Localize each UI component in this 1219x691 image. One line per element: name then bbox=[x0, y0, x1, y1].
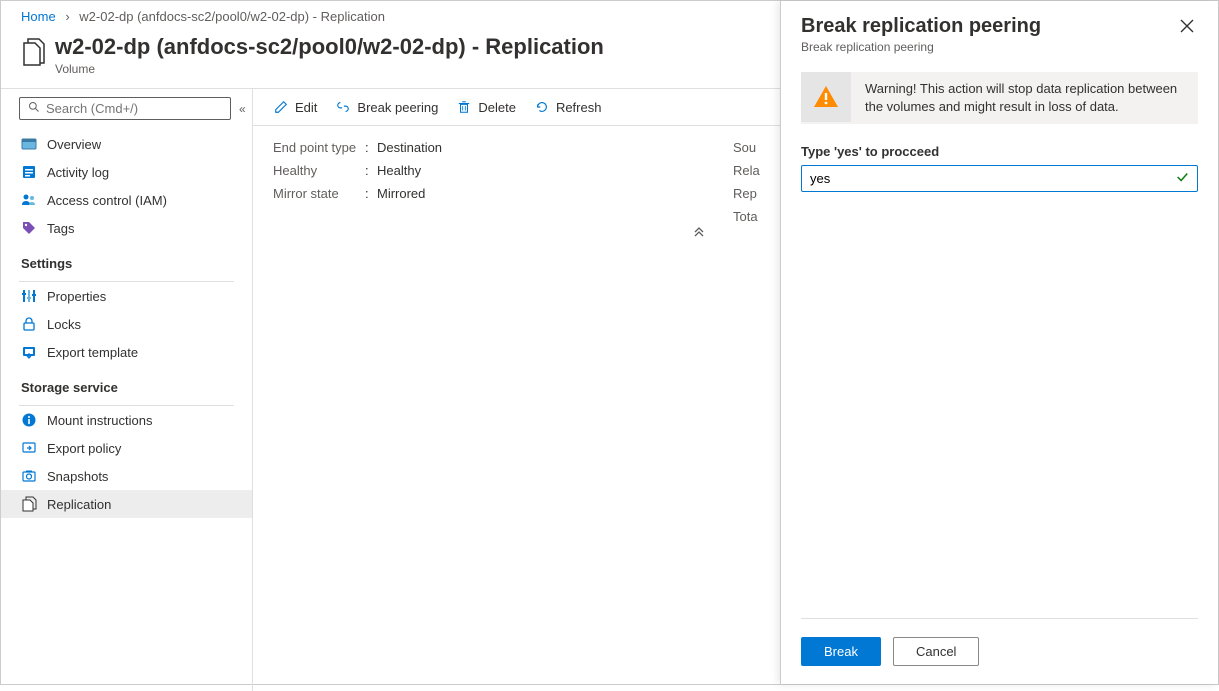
panel-title: Break replication peering bbox=[801, 15, 1041, 38]
collapse-sidebar-icon[interactable]: « bbox=[239, 102, 246, 116]
replication-icon bbox=[21, 496, 37, 512]
sidebar-item-label: Activity log bbox=[47, 165, 109, 180]
sidebar: « Overview Activity log Access control (… bbox=[1, 89, 253, 691]
search-input[interactable] bbox=[46, 101, 222, 116]
confirm-input-wrapper[interactable] bbox=[801, 165, 1198, 192]
page-title: w2-02-dp (anfdocs-sc2/pool0/w2-02-dp) - … bbox=[55, 34, 604, 60]
break-peering-button[interactable]: Break peering bbox=[335, 99, 438, 115]
export-policy-icon bbox=[21, 440, 37, 456]
sidebar-item-overview[interactable]: Overview bbox=[1, 130, 252, 158]
warning-box: Warning! This action will stop data repl… bbox=[801, 72, 1198, 124]
confirm-input[interactable] bbox=[810, 171, 1175, 186]
sidebar-item-locks[interactable]: Locks bbox=[1, 310, 252, 338]
break-icon bbox=[335, 99, 351, 115]
prop-mirror-value: Mirrored bbox=[377, 186, 425, 201]
properties-icon bbox=[21, 288, 37, 304]
breadcrumb-home[interactable]: Home bbox=[21, 9, 56, 24]
info-icon bbox=[21, 412, 37, 428]
sidebar-item-label: Snapshots bbox=[47, 469, 108, 484]
prop-healthy-label: Healthy bbox=[273, 163, 365, 178]
sidebar-item-export-policy[interactable]: Export policy bbox=[1, 434, 252, 462]
sidebar-item-label: Replication bbox=[47, 497, 111, 512]
sidebar-item-snapshots[interactable]: Snapshots bbox=[1, 462, 252, 490]
sidebar-item-label: Export policy bbox=[47, 441, 121, 456]
tool-label: Break peering bbox=[357, 100, 438, 115]
access-control-icon bbox=[21, 192, 37, 208]
warning-icon bbox=[812, 83, 840, 111]
search-icon bbox=[28, 101, 40, 116]
breadcrumb-separator: › bbox=[65, 9, 69, 24]
divider bbox=[801, 618, 1198, 619]
close-icon[interactable] bbox=[1176, 15, 1198, 40]
sidebar-section-storage: Storage service bbox=[1, 366, 252, 401]
sidebar-item-label: Overview bbox=[47, 137, 101, 152]
tool-label: Edit bbox=[295, 100, 317, 115]
activity-log-icon bbox=[21, 164, 37, 180]
sidebar-item-label: Properties bbox=[47, 289, 106, 304]
document-icon bbox=[21, 38, 45, 66]
cancel-button[interactable]: Cancel bbox=[893, 637, 979, 666]
breadcrumb-current: w2-02-dp (anfdocs-sc2/pool0/w2-02-dp) - … bbox=[79, 9, 385, 24]
tool-label: Refresh bbox=[556, 100, 602, 115]
sidebar-item-tags[interactable]: Tags bbox=[1, 214, 252, 242]
sidebar-section-settings: Settings bbox=[1, 242, 252, 277]
sidebar-item-mount-instructions[interactable]: Mount instructions bbox=[1, 406, 252, 434]
confirm-label: Type 'yes' to procceed bbox=[801, 144, 1198, 159]
prop-healthy-value: Healthy bbox=[377, 163, 421, 178]
tool-label: Delete bbox=[478, 100, 516, 115]
sidebar-item-label: Tags bbox=[47, 221, 74, 236]
delete-icon bbox=[456, 99, 472, 115]
sidebar-item-label: Mount instructions bbox=[47, 413, 153, 428]
sidebar-item-replication[interactable]: Replication bbox=[1, 490, 252, 518]
lock-icon bbox=[21, 316, 37, 332]
tags-icon bbox=[21, 220, 37, 236]
warning-text: Warning! This action will stop data repl… bbox=[851, 72, 1198, 124]
prop-mirror-label: Mirror state bbox=[273, 186, 365, 201]
sidebar-item-activity-log[interactable]: Activity log bbox=[1, 158, 252, 186]
sidebar-item-export-template[interactable]: Export template bbox=[1, 338, 252, 366]
refresh-icon bbox=[534, 99, 550, 115]
edit-icon bbox=[273, 99, 289, 115]
edit-button[interactable]: Edit bbox=[273, 99, 317, 115]
break-button[interactable]: Break bbox=[801, 637, 881, 666]
page-subtitle: Volume bbox=[55, 62, 604, 76]
check-icon bbox=[1175, 170, 1189, 187]
overview-icon bbox=[21, 136, 37, 152]
sidebar-item-label: Locks bbox=[47, 317, 81, 332]
search-box[interactable] bbox=[19, 97, 231, 120]
sidebar-item-label: Access control (IAM) bbox=[47, 193, 167, 208]
sidebar-item-properties[interactable]: Properties bbox=[1, 282, 252, 310]
prop-endpoint-label: End point type bbox=[273, 140, 365, 155]
panel-subtitle: Break replication peering bbox=[801, 40, 1041, 54]
sidebar-item-access-control[interactable]: Access control (IAM) bbox=[1, 186, 252, 214]
prop-endpoint-value: Destination bbox=[377, 140, 442, 155]
export-template-icon bbox=[21, 344, 37, 360]
refresh-button[interactable]: Refresh bbox=[534, 99, 602, 115]
collapse-properties-icon[interactable] bbox=[693, 226, 705, 241]
break-peering-panel: Break replication peering Break replicat… bbox=[780, 1, 1218, 684]
delete-button[interactable]: Delete bbox=[456, 99, 516, 115]
sidebar-item-label: Export template bbox=[47, 345, 138, 360]
snapshot-icon bbox=[21, 468, 37, 484]
